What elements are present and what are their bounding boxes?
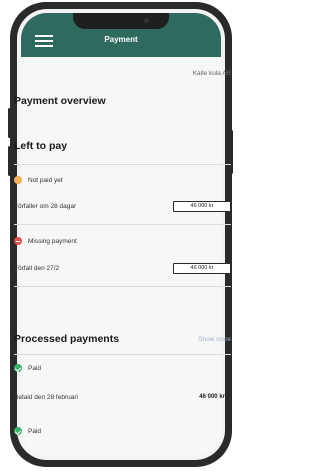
status-label: Paid (28, 364, 42, 372)
status-label: Missing payment (28, 237, 77, 245)
side-button-right (230, 130, 233, 174)
divider (14, 354, 231, 355)
divider (14, 224, 231, 225)
amount-field[interactable]: 46 000 kr (173, 263, 231, 274)
screen: Payment (21, 13, 221, 456)
status-paid: Paid (14, 364, 41, 372)
side-button-left (8, 108, 11, 138)
phone-notch (73, 13, 169, 29)
due-date: Förfaller om 28 dagar (14, 203, 77, 210)
status-paid: Paid (14, 427, 41, 435)
side-button-left-2 (8, 146, 11, 176)
missing-icon (14, 237, 22, 245)
status-not-paid: Not paid yet (14, 176, 63, 184)
header-title: Payment (104, 35, 138, 44)
pending-icon (14, 176, 22, 184)
camera (144, 18, 149, 23)
status-label: Paid (28, 427, 42, 435)
amount-field[interactable]: 46 000 kr (173, 201, 231, 212)
check-icon (14, 427, 22, 435)
company-name: Kalle kula AB (192, 70, 231, 77)
due-date: Förfall den 27/2 (14, 265, 60, 272)
overview-title: Payment overview (14, 95, 106, 107)
status-missing: Missing payment (14, 237, 77, 245)
left-to-pay-title: Left to pay (14, 140, 68, 152)
check-icon (14, 364, 22, 372)
divider (14, 286, 231, 287)
processed-title: Processed payments (14, 333, 120, 345)
show-more-link[interactable]: Show more (198, 336, 231, 343)
paid-amount: 46 000 kr (199, 394, 225, 400)
status-label: Not paid yet (28, 176, 63, 184)
divider (14, 164, 231, 165)
paid-date: Betald den 28 februari (14, 394, 78, 401)
